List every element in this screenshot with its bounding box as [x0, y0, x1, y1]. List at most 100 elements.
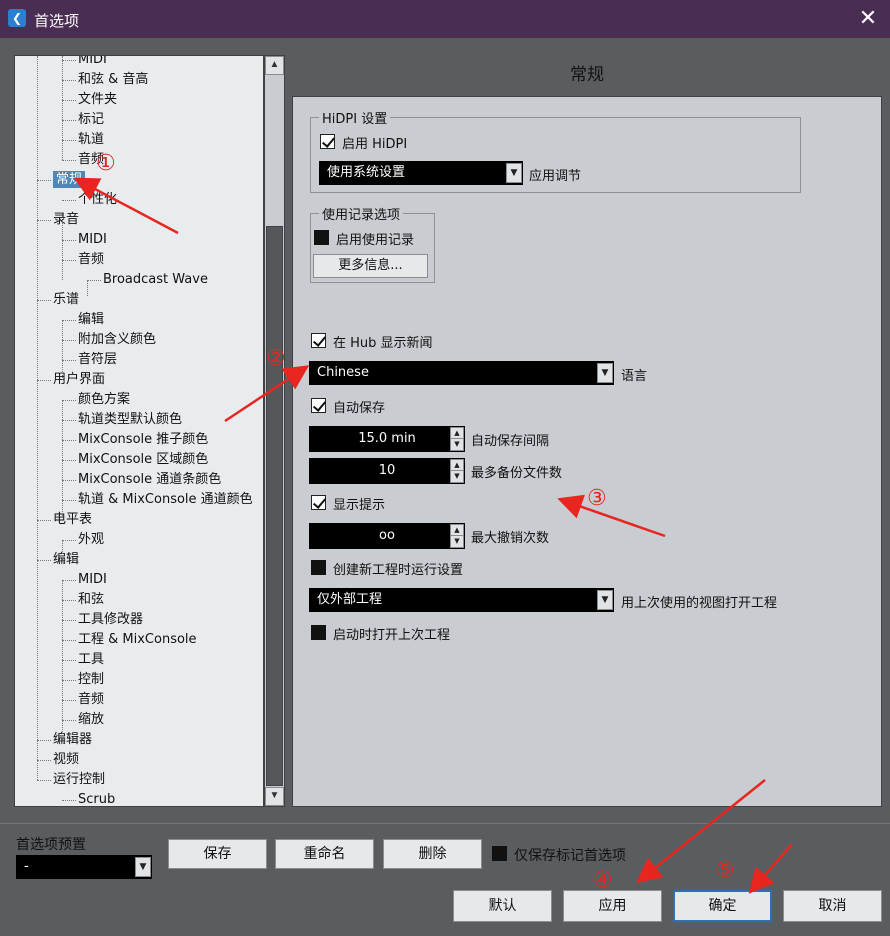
max-backups-value: 10: [378, 463, 396, 478]
tree-item[interactable]: 用户界面: [53, 370, 105, 390]
tree-item-label: 轨道: [78, 132, 105, 147]
tree-item[interactable]: 控制: [78, 670, 104, 690]
run-setup-checkbox[interactable]: [311, 560, 326, 575]
tree-item[interactable]: 编辑器: [53, 730, 92, 750]
tree-item[interactable]: MIDI: [78, 570, 107, 590]
tree-item[interactable]: 颜色方案: [78, 390, 130, 410]
stepper-down-icon[interactable]: ▼: [451, 471, 463, 482]
tree-item[interactable]: 轨道: [78, 130, 104, 150]
tree-item[interactable]: MixConsole 推子颜色: [78, 430, 208, 450]
tree-item[interactable]: Scrub: [78, 790, 115, 806]
tree-item[interactable]: 运行控制: [53, 770, 105, 790]
tree-connector: [62, 700, 76, 701]
stepper-down-icon[interactable]: ▼: [451, 536, 463, 547]
tree-item-label: 附加含义颜色: [78, 332, 157, 347]
tree-item[interactable]: 标记: [78, 110, 104, 130]
stepper-up-icon[interactable]: ▲: [451, 525, 463, 536]
tree-item[interactable]: 编辑: [53, 550, 79, 570]
tree-item-label: 视频: [53, 752, 80, 767]
tree-item[interactable]: 工程 & MixConsole: [78, 630, 197, 650]
tree-item[interactable]: 附加含义颜色: [78, 330, 156, 350]
tree-item-label: MIDI: [78, 572, 107, 587]
tree-item[interactable]: 轨道类型默认颜色: [78, 410, 182, 430]
language-dropdown[interactable]: Chinese ▼: [309, 361, 614, 385]
tree-item[interactable]: 视频: [53, 750, 79, 770]
tree-scrollbar[interactable]: ▲ ▼: [264, 55, 285, 807]
hidpi-scaling-value: 使用系统设置: [327, 165, 406, 180]
tree-item[interactable]: 外观: [78, 530, 104, 550]
tree-item[interactable]: Broadcast Wave: [103, 270, 208, 290]
autosave-interval-stepper[interactable]: 15.0 min ▲ ▼: [309, 426, 465, 452]
usage-enable-checkbox[interactable]: [314, 230, 329, 245]
close-icon[interactable]: ✕: [856, 6, 880, 30]
tree-item[interactable]: 音符层: [78, 350, 117, 370]
tree-connector: [87, 280, 101, 281]
tree-item[interactable]: 乐谱: [53, 290, 79, 310]
open-last-checkbox[interactable]: [311, 625, 326, 640]
tree-item[interactable]: 编辑: [78, 310, 104, 330]
tree-item[interactable]: 缩放: [78, 710, 104, 730]
stepper-buttons[interactable]: ▲ ▼: [450, 524, 464, 548]
tree-guide: [62, 400, 63, 520]
tree-item[interactable]: MixConsole 通道条颜色: [78, 470, 221, 490]
save-marked-checkbox[interactable]: [492, 846, 507, 861]
tree-item[interactable]: 和弦: [78, 590, 104, 610]
tree-item[interactable]: 音频: [78, 250, 104, 270]
scroll-up-button[interactable]: ▲: [265, 56, 284, 75]
preset-dropdown[interactable]: - ▼: [16, 855, 152, 879]
tree-item-label: 乐谱: [53, 292, 80, 307]
stepper-buttons[interactable]: ▲ ▼: [450, 459, 464, 483]
tree-item[interactable]: 常规: [53, 170, 86, 190]
tree-item[interactable]: 工具: [78, 650, 104, 670]
tree-item[interactable]: 电平表: [53, 510, 92, 530]
tree-connector: [62, 720, 76, 721]
apply-button[interactable]: 应用: [563, 890, 662, 922]
tree-item[interactable]: 工具修改器: [78, 610, 143, 630]
show-tips-checkbox[interactable]: [311, 495, 326, 510]
delete-button[interactable]: 删除: [383, 839, 482, 869]
tree-connector: [37, 740, 51, 741]
rename-button[interactable]: 重命名: [275, 839, 374, 869]
autosave-checkbox[interactable]: [311, 398, 326, 413]
tree-item[interactable]: 音频: [78, 690, 104, 710]
tree-item[interactable]: 录音: [53, 210, 79, 230]
scroll-down-button[interactable]: ▼: [265, 787, 284, 806]
annotation-5: ⑤: [715, 858, 735, 883]
cubase-icon: ❮: [8, 9, 26, 27]
tree-item[interactable]: MixConsole 区域颜色: [78, 450, 208, 470]
scroll-thumb[interactable]: [266, 226, 283, 786]
annotation-1: ①: [96, 151, 116, 176]
tree-item[interactable]: MIDI: [78, 55, 107, 70]
open-project-value: 仅外部工程: [317, 592, 383, 607]
autosave-interval-value: 15.0 min: [358, 431, 416, 446]
tree-item[interactable]: MIDI: [78, 230, 107, 250]
hidpi-enable-checkbox[interactable]: [320, 134, 335, 149]
hub-news-checkbox[interactable]: [311, 333, 326, 348]
tree-item[interactable]: 轨道 & MixConsole 通道颜色: [78, 490, 253, 510]
open-project-dropdown[interactable]: 仅外部工程 ▼: [309, 588, 614, 612]
tree-connector: [62, 400, 76, 401]
stepper-buttons[interactable]: ▲ ▼: [450, 427, 464, 451]
tree-item-label: MIDI: [78, 55, 107, 67]
stepper-down-icon[interactable]: ▼: [451, 439, 463, 450]
default-button[interactable]: 默认: [453, 890, 552, 922]
tree-connector: [62, 680, 76, 681]
tree-item-label: 工具修改器: [78, 612, 144, 627]
tree-item-label: 控制: [78, 672, 105, 687]
hidpi-scaling-dropdown[interactable]: 使用系统设置 ▼: [319, 161, 523, 185]
cancel-button[interactable]: 取消: [783, 890, 882, 922]
tree-item[interactable]: 和弦 & 音高: [78, 70, 148, 90]
tree-item[interactable]: 文件夹: [78, 90, 117, 110]
stepper-up-icon[interactable]: ▲: [451, 460, 463, 471]
open-last-label: 启动时打开上次工程: [333, 628, 451, 643]
ok-button[interactable]: 确定: [673, 890, 772, 922]
max-undo-stepper[interactable]: oo ▲ ▼: [309, 523, 465, 549]
stepper-up-icon[interactable]: ▲: [451, 428, 463, 439]
save-button[interactable]: 保存: [168, 839, 267, 869]
tree-item[interactable]: 个性化: [78, 190, 117, 210]
tree-connector: [37, 300, 51, 301]
more-info-button[interactable]: 更多信息...: [313, 254, 428, 278]
tree-guide: [62, 320, 63, 380]
max-backups-stepper[interactable]: 10 ▲ ▼: [309, 458, 465, 484]
page-title: 常规: [570, 65, 604, 85]
